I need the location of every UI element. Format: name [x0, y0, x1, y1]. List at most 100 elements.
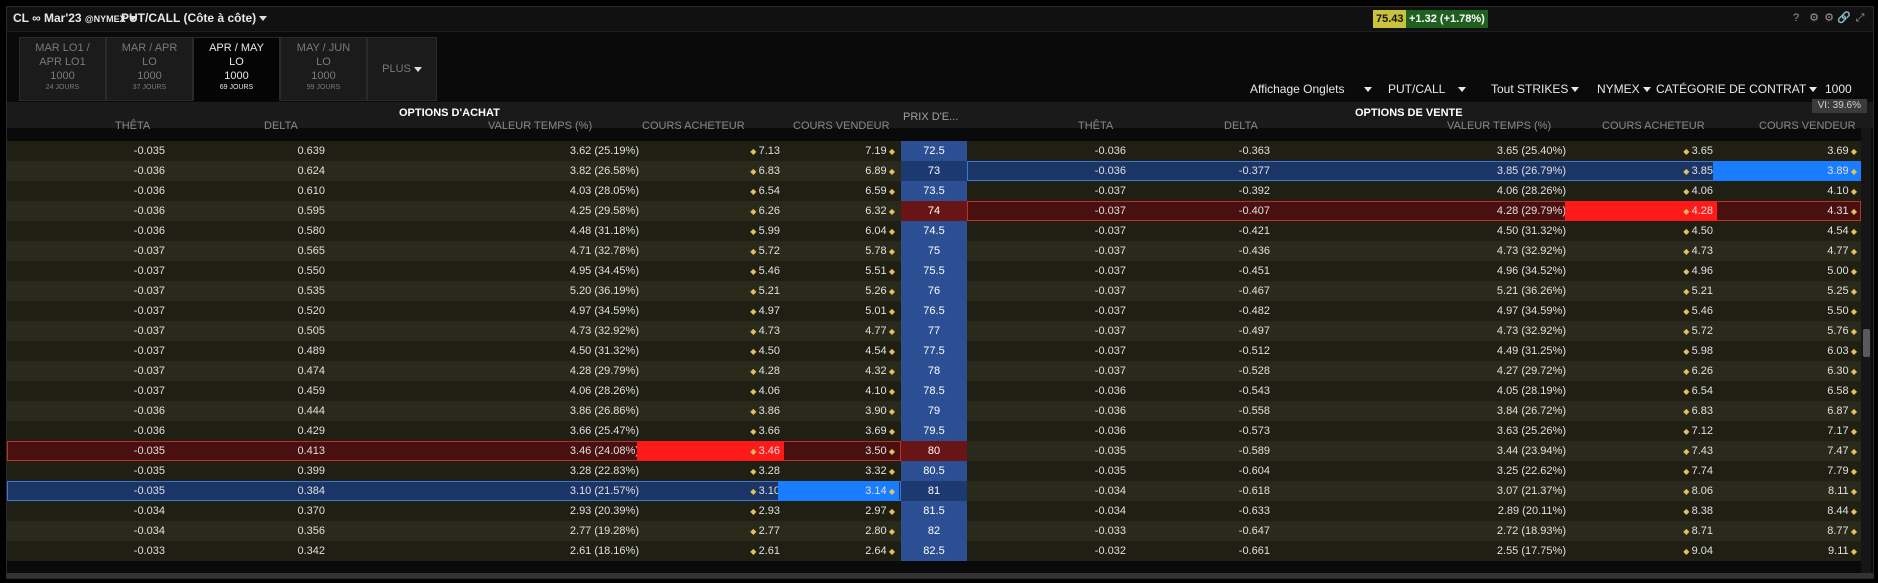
call-bid-cell[interactable]: ◆ 3.28	[750, 461, 780, 481]
call-ask-cell[interactable]: 5.51 ◆	[865, 261, 895, 281]
put-bid-cell[interactable]: ◆ 3.65	[1683, 141, 1713, 161]
tab-mar-lo1-apr-lo1[interactable]: MAR LO1 / APR LO1 1000 24 JOURS	[19, 37, 106, 101]
settings-icon[interactable]: ⚙	[1807, 11, 1821, 25]
gear-icon[interactable]: ⚙	[1822, 11, 1836, 25]
call-bid-cell[interactable]: ◆ 3.10	[750, 481, 780, 501]
call-bid-cell[interactable]: ◆ 3.66	[750, 421, 780, 441]
call-bid-cell[interactable]: ◆ 2.93	[750, 501, 780, 521]
view-selector[interactable]: PUT/CALL (Côte à côte)	[121, 11, 268, 25]
call-bid-cell[interactable]: ◆ 3.86	[750, 401, 780, 421]
table-row[interactable]: -0.035 0.384 3.10 (21.57%) ◆ 3.10 3.14 ◆ -0.0…	[7, 481, 1861, 501]
call-ask-cell[interactable]: 3.69 ◆	[865, 421, 895, 441]
table-row[interactable]: -0.037 0.474 4.28 (29.79%) ◆ 4.28 4.32 ◆ -0.0…	[7, 361, 1861, 381]
tab-more-button[interactable]: PLUS	[367, 37, 437, 101]
put-bid-cell[interactable]: ◆ 4.96	[1683, 261, 1713, 281]
call-ask-cell[interactable]: 4.77 ◆	[865, 321, 895, 341]
put-ask-cell[interactable]: 7.47 ◆	[1827, 441, 1857, 461]
call-bid-cell[interactable]: ◆ 4.28	[750, 361, 780, 381]
put-ask-cell[interactable]: 5.76 ◆	[1827, 321, 1857, 341]
help-icon[interactable]: ?	[1789, 11, 1803, 25]
put-ask-cell[interactable]: 5.25 ◆	[1827, 281, 1857, 301]
call-ask-cell[interactable]: 3.14 ◆	[865, 481, 895, 501]
put-bid-cell[interactable]: ◆ 8.38	[1683, 501, 1713, 521]
call-ask-cell[interactable]: 4.32 ◆	[865, 361, 895, 381]
link-icon[interactable]: 🔗	[1837, 11, 1851, 25]
put-bid-cell[interactable]: ◆ 7.12	[1683, 421, 1713, 441]
put-ask-cell[interactable]: 4.54 ◆	[1827, 221, 1857, 241]
put-ask-cell[interactable]: 4.10 ◆	[1827, 181, 1857, 201]
put-theta-header[interactable]: THÊTA	[1078, 120, 1113, 132]
tab-mar-apr[interactable]: MAR / APR LO 1000 37 JOURS	[106, 37, 193, 101]
call-ask-cell[interactable]: 6.32 ◆	[865, 201, 895, 221]
category-dropdown[interactable]: CATÉGORIE DE CONTRAT	[1656, 82, 1818, 96]
put-ask-cell[interactable]: 8.44 ◆	[1827, 501, 1857, 521]
put-ask-cell[interactable]: 3.69 ◆	[1827, 141, 1857, 161]
put-ask-cell[interactable]: 7.79 ◆	[1827, 461, 1857, 481]
table-row[interactable]: -0.035 0.399 3.28 (22.83%) ◆ 3.28 3.32 ◆ -0.0…	[7, 461, 1861, 481]
call-ask-cell[interactable]: 5.78 ◆	[865, 241, 895, 261]
call-theta-header[interactable]: THÊTA	[115, 120, 150, 132]
expand-icon[interactable]: ⤢	[1853, 11, 1867, 25]
put-ask-cell[interactable]: 6.30 ◆	[1827, 361, 1857, 381]
display-dropdown[interactable]: Affichage Onglets	[1250, 82, 1373, 96]
strike-column-header[interactable]: PRIX D'E...	[903, 111, 958, 123]
scrollbar-thumb[interactable]	[1863, 329, 1870, 357]
table-row[interactable]: -0.037 0.535 5.20 (36.19%) ◆ 5.21 5.26 ◆ -0.0…	[7, 281, 1861, 301]
horizontal-scrollbar[interactable]	[7, 573, 1873, 578]
call-timevalue-header[interactable]: VALEUR TEMPS (%)	[488, 120, 592, 132]
put-ask-cell[interactable]: 3.89 ◆	[1827, 161, 1857, 181]
tab-may-jun[interactable]: MAY / JUN LO 1000 99 JOURS	[280, 37, 367, 101]
put-ask-cell[interactable]: 7.17 ◆	[1827, 421, 1857, 441]
call-bid-cell[interactable]: ◆ 2.61	[750, 541, 780, 561]
put-bid-cell[interactable]: ◆ 6.83	[1683, 401, 1713, 421]
putcall-dropdown[interactable]: PUT/CALL	[1388, 82, 1466, 96]
call-ask-cell[interactable]: 6.59 ◆	[865, 181, 895, 201]
call-bid-cell[interactable]: ◆ 6.83	[750, 161, 780, 181]
table-row[interactable]: -0.036 0.429 3.66 (25.47%) ◆ 3.66 3.69 ◆ -0.0…	[7, 421, 1861, 441]
put-bid-cell[interactable]: ◆ 9.04	[1683, 541, 1713, 561]
call-ask-cell[interactable]: 5.26 ◆	[865, 281, 895, 301]
call-ask-cell[interactable]: 5.01 ◆	[865, 301, 895, 321]
put-ask-cell[interactable]: 9.11 ◆	[1828, 541, 1857, 561]
put-bid-cell[interactable]: ◆ 4.28	[1683, 201, 1713, 221]
put-bid-cell[interactable]: ◆ 7.43	[1683, 441, 1713, 461]
call-ask-cell[interactable]: 3.32 ◆	[865, 461, 895, 481]
put-ask-cell[interactable]: 6.87 ◆	[1827, 401, 1857, 421]
call-ask-cell[interactable]: 4.10 ◆	[865, 381, 895, 401]
table-row[interactable]: -0.034 0.370 2.93 (20.39%) ◆ 2.93 2.97 ◆ -0.0…	[7, 501, 1861, 521]
table-row[interactable]: -0.037 0.550 4.95 (34.45%) ◆ 5.46 5.51 ◆ -0.0…	[7, 261, 1861, 281]
put-bid-cell[interactable]: ◆ 5.98	[1683, 341, 1713, 361]
put-ask-cell[interactable]: 6.03 ◆	[1827, 341, 1857, 361]
put-ask-cell[interactable]: 5.50 ◆	[1827, 301, 1857, 321]
put-ask-header[interactable]: COURS VENDEUR	[1759, 120, 1856, 132]
call-ask-cell[interactable]: 7.19 ◆	[865, 141, 895, 161]
table-row[interactable]: -0.037 0.489 4.50 (31.32%) ◆ 4.50 4.54 ◆ -0.0…	[7, 341, 1861, 361]
put-ask-cell[interactable]: 4.31 ◆	[1827, 201, 1857, 221]
table-row[interactable]: -0.037 0.459 4.06 (28.26%) ◆ 4.06 4.10 ◆ -0.0…	[7, 381, 1861, 401]
call-bid-cell[interactable]: ◆ 4.50	[750, 341, 780, 361]
call-ask-cell[interactable]: 4.54 ◆	[865, 341, 895, 361]
call-ask-cell[interactable]: 2.97 ◆	[865, 501, 895, 521]
call-ask-cell[interactable]: 3.90 ◆	[865, 401, 895, 421]
call-bid-cell[interactable]: ◆ 7.13	[750, 141, 780, 161]
call-bid-cell[interactable]: ◆ 6.54	[750, 181, 780, 201]
call-bid-cell[interactable]: ◆ 5.72	[750, 241, 780, 261]
put-bid-cell[interactable]: ◆ 4.06	[1683, 181, 1713, 201]
put-ask-cell[interactable]: 8.11 ◆	[1828, 481, 1857, 501]
put-ask-cell[interactable]: 4.77 ◆	[1827, 241, 1857, 261]
put-ask-cell[interactable]: 6.58 ◆	[1827, 381, 1857, 401]
call-bid-cell[interactable]: ◆ 4.73	[750, 321, 780, 341]
call-bid-cell[interactable]: ◆ 3.46	[750, 441, 780, 461]
exchange-dropdown[interactable]: NYMEX	[1597, 82, 1651, 96]
put-bid-cell[interactable]: ◆ 5.72	[1683, 321, 1713, 341]
table-row[interactable]: -0.036 0.444 3.86 (26.86%) ◆ 3.86 3.90 ◆ -0.0…	[7, 401, 1861, 421]
table-row[interactable]: -0.036 0.580 4.48 (31.18%) ◆ 5.99 6.04 ◆ -0.0…	[7, 221, 1861, 241]
call-bid-cell[interactable]: ◆ 2.77	[750, 521, 780, 541]
put-ask-cell[interactable]: 8.77 ◆	[1827, 521, 1857, 541]
call-ask-cell[interactable]: 6.04 ◆	[865, 221, 895, 241]
call-bid-cell[interactable]: ◆ 6.26	[750, 201, 780, 221]
put-ask-cell[interactable]: 5.00 ◆	[1827, 261, 1857, 281]
put-bid-cell[interactable]: ◆ 4.50	[1683, 221, 1713, 241]
table-row[interactable]: -0.036 0.595 4.25 (29.58%) ◆ 6.26 6.32 ◆ -0.0…	[7, 201, 1861, 221]
table-row[interactable]: -0.033 0.342 2.61 (18.16%) ◆ 2.61 2.64 ◆ -0.0…	[7, 541, 1861, 561]
